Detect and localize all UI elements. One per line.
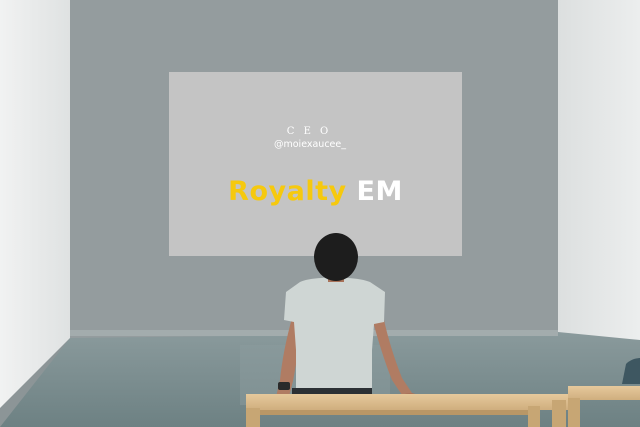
social-handle: @moiexaucee_ bbox=[273, 139, 346, 150]
left-wall bbox=[0, 0, 70, 408]
brand-word-royalty: Royalty bbox=[228, 176, 347, 207]
ceo-label: C E O bbox=[286, 126, 332, 137]
projected-slide: C E O @moiexaucee_ Royalty EM bbox=[169, 72, 462, 256]
brand-title: Royalty EM bbox=[169, 176, 462, 207]
right-wall bbox=[558, 0, 640, 340]
brand-word-em: EM bbox=[356, 176, 403, 207]
photo-scene: C E O @moiexaucee_ Royalty EM bbox=[0, 0, 640, 427]
